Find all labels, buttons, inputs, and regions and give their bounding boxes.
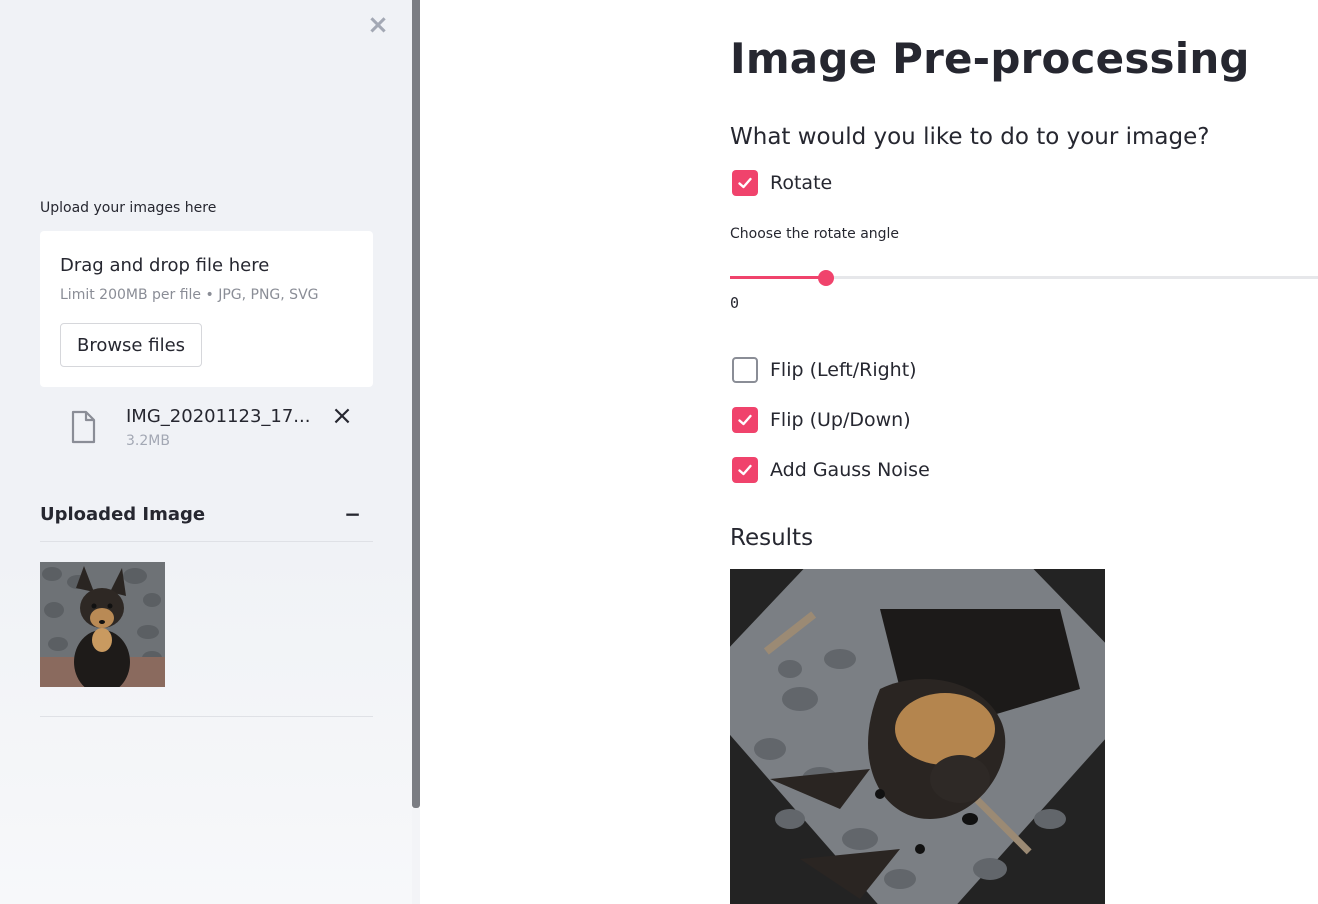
file-icon	[71, 410, 96, 444]
browse-files-button[interactable]: Browse files	[60, 323, 202, 367]
options-question: What would you like to do to your image?	[730, 124, 1210, 150]
flip-up-down-checkbox[interactable]: Flip (Up/Down)	[732, 406, 911, 434]
gauss-noise-label: Add Gauss Noise	[770, 459, 930, 481]
slider-handle[interactable]	[818, 270, 834, 286]
check-icon	[732, 407, 758, 433]
slider-value: 0	[730, 294, 740, 312]
upload-label: Upload your images here	[40, 200, 217, 216]
remove-file-icon[interactable]: ×	[330, 403, 354, 429]
sidebar-gutter	[412, 808, 420, 904]
rotate-label: Rotate	[770, 172, 833, 194]
results-heading: Results	[730, 525, 814, 551]
result-image	[730, 569, 1105, 904]
expander-title: Uploaded Image	[40, 504, 206, 525]
rotate-checkbox[interactable]: Rotate	[732, 169, 832, 197]
dropzone-title: Drag and drop file here	[60, 255, 270, 276]
uploaded-file-row: IMG_20201123_17... 3.2MB ×	[68, 402, 368, 454]
sidebar: × Upload your images here Drag and drop …	[0, 0, 412, 904]
flip-left-right-label: Flip (Left/Right)	[770, 359, 917, 381]
file-dropzone[interactable]: Drag and drop file here Limit 200MB per …	[40, 231, 373, 387]
sidebar-scrollbar[interactable]	[412, 0, 420, 808]
uploaded-image-thumbnail	[40, 562, 165, 687]
rotate-slider-label: Choose the rotate angle	[730, 226, 900, 242]
collapse-icon[interactable]: −	[344, 502, 361, 526]
page-title: Image Pre-processing	[730, 34, 1250, 83]
check-icon	[732, 457, 758, 483]
check-icon	[732, 170, 758, 196]
slider-fill	[730, 276, 826, 279]
flip-left-right-checkbox[interactable]: Flip (Left/Right)	[732, 356, 917, 384]
checkbox-empty-icon	[732, 357, 758, 383]
gauss-noise-checkbox[interactable]: Add Gauss Noise	[732, 456, 930, 484]
file-name: IMG_20201123_17...	[126, 406, 311, 427]
close-sidebar-icon[interactable]: ×	[366, 12, 390, 38]
expander-divider	[40, 716, 373, 717]
uploaded-image-expander[interactable]: Uploaded Image −	[40, 500, 373, 542]
dropzone-limit: Limit 200MB per file • JPG, PNG, SVG	[60, 287, 319, 303]
flip-up-down-label: Flip (Up/Down)	[770, 409, 911, 431]
file-size: 3.2MB	[126, 433, 170, 449]
